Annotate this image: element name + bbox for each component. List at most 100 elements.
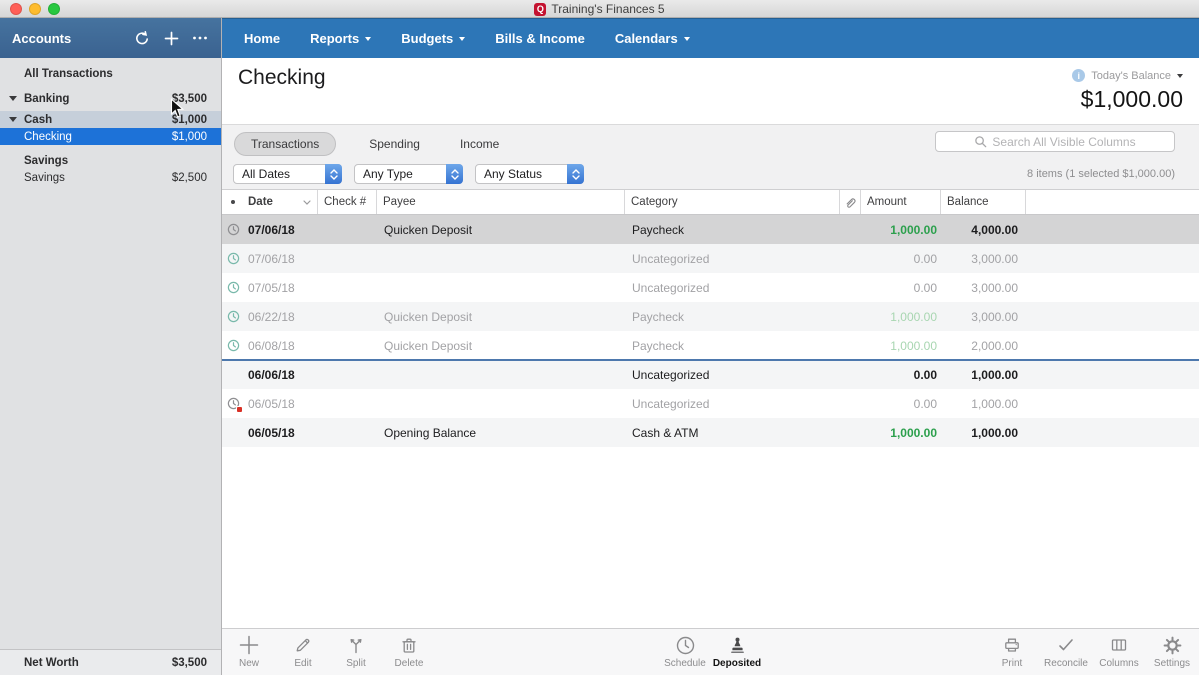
check-cell xyxy=(318,302,377,331)
attachment-column-header[interactable] xyxy=(840,190,861,214)
tab-transactions[interactable]: Transactions xyxy=(234,132,336,156)
attachment-cell xyxy=(840,215,861,244)
amount-cell: 1,000.00 xyxy=(861,215,941,244)
amount-cell: 0.00 xyxy=(861,244,941,273)
type-filter-select[interactable]: Any Type xyxy=(354,164,463,184)
category-column-header[interactable]: Category xyxy=(625,190,840,214)
sidebar-item-savings-account[interactable]: Savings $2,500 xyxy=(0,169,221,186)
check-icon xyxy=(1039,634,1093,656)
payee-cell xyxy=(377,360,625,389)
table-row[interactable]: 06/05/18 Opening Balance Cash & ATM 1,00… xyxy=(222,418,1199,447)
payee-cell: Quicken Deposit xyxy=(377,331,625,360)
date-cell: 06/08/18 xyxy=(244,331,318,360)
more-options-icon[interactable] xyxy=(191,29,209,47)
sidebar-item-banking[interactable]: Banking $3,500 xyxy=(0,90,221,107)
tab-spending[interactable]: Spending xyxy=(362,132,427,156)
check-cell xyxy=(318,389,377,418)
table-row[interactable]: 06/05/18 Uncategorized 0.00 1,000.00 xyxy=(222,389,1199,418)
disclosure-triangle-icon[interactable] xyxy=(9,117,17,122)
payee-cell xyxy=(377,273,625,302)
refresh-icon[interactable] xyxy=(133,29,151,47)
split-icon xyxy=(329,634,383,656)
sort-chevron-icon xyxy=(303,200,311,205)
table-row[interactable]: 06/06/18 Uncategorized 0.00 1,000.00 xyxy=(222,360,1199,389)
pencil-icon xyxy=(276,634,330,656)
page-title: Checking xyxy=(238,66,326,90)
payee-cell: Opening Balance xyxy=(377,418,625,447)
check-cell xyxy=(318,331,377,360)
net-worth-row: Net Worth $3,500 xyxy=(0,649,221,675)
balance-cell: 4,000.00 xyxy=(941,215,1026,244)
disclosure-triangle-icon[interactable] xyxy=(9,96,17,101)
search-input[interactable]: Search All Visible Columns xyxy=(935,131,1175,152)
payee-cell xyxy=(377,244,625,273)
attachment-cell xyxy=(840,331,861,360)
category-cell: Paycheck xyxy=(625,331,840,360)
print-button[interactable]: Print xyxy=(985,634,1039,669)
pending-clock-icon xyxy=(227,223,240,236)
date-column-header[interactable]: Date xyxy=(244,190,318,214)
chevron-down-icon xyxy=(684,37,690,41)
sidebar-item-savings-group[interactable]: Savings xyxy=(0,152,221,169)
category-cell: Uncategorized xyxy=(625,244,840,273)
balance-cell: 2,000.00 xyxy=(941,331,1026,360)
items-summary: 8 items (1 selected $1,000.00) xyxy=(1027,168,1175,180)
add-account-icon[interactable] xyxy=(162,29,180,47)
check-cell xyxy=(318,244,377,273)
sidebar-item-cash[interactable]: Cash $1,000 xyxy=(0,111,221,128)
main-nav: Home Reports Budgets Bills & Income Cale… xyxy=(222,18,1199,58)
schedule-button[interactable]: Schedule xyxy=(658,634,712,669)
nav-item-calendars[interactable]: Calendars xyxy=(615,31,690,46)
status-filter-select[interactable]: Any Status xyxy=(475,164,584,184)
balance-cell: 1,000.00 xyxy=(941,389,1026,418)
table-row[interactable]: 06/22/18 Quicken Deposit Paycheck 1,000.… xyxy=(222,302,1199,331)
alert-badge-icon xyxy=(236,406,243,413)
table-row[interactable]: 06/08/18 Quicken Deposit Paycheck 1,000.… xyxy=(222,331,1199,360)
date-filter-select[interactable]: All Dates xyxy=(233,164,342,184)
delete-button[interactable]: Delete xyxy=(382,634,436,669)
date-cell: 07/06/18 xyxy=(244,215,318,244)
chevron-down-icon[interactable] xyxy=(1177,74,1183,78)
sidebar-item-checking[interactable]: Checking $1,000 xyxy=(0,128,221,145)
deposited-button[interactable]: Deposited xyxy=(710,634,764,669)
pending-clock-icon xyxy=(227,339,240,352)
status-column-header[interactable] xyxy=(222,190,244,214)
category-cell: Cash & ATM xyxy=(625,418,840,447)
payee-column-header[interactable]: Payee xyxy=(377,190,625,214)
amount-cell: 0.00 xyxy=(861,360,941,389)
split-button[interactable]: Split xyxy=(329,634,383,669)
nav-item-budgets[interactable]: Budgets xyxy=(401,31,465,46)
table-row[interactable]: 07/05/18 Uncategorized 0.00 3,000.00 xyxy=(222,273,1199,302)
status-dot-icon xyxy=(231,200,235,204)
transaction-list: 07/06/18 Quicken Deposit Paycheck 1,000.… xyxy=(222,215,1199,447)
pending-clock-icon xyxy=(227,397,240,410)
new-button[interactable]: New xyxy=(222,634,276,669)
select-chevrons-icon xyxy=(567,164,584,184)
net-worth-label: Net Worth xyxy=(24,657,79,669)
nav-item-home[interactable]: Home xyxy=(244,31,280,46)
balance-cell: 3,000.00 xyxy=(941,302,1026,331)
check-column-header[interactable]: Check # xyxy=(318,190,377,214)
sidebar-item-all-transactions[interactable]: All Transactions xyxy=(0,65,221,82)
date-cell: 06/06/18 xyxy=(244,360,318,389)
settings-button[interactable]: Settings xyxy=(1145,634,1199,669)
amount-column-header[interactable]: Amount xyxy=(861,190,941,214)
amount-cell: 1,000.00 xyxy=(861,418,941,447)
table-row[interactable]: 07/06/18 Quicken Deposit Paycheck 1,000.… xyxy=(222,215,1199,244)
info-icon[interactable]: i xyxy=(1072,69,1085,82)
accounts-title: Accounts xyxy=(12,31,71,46)
nav-item-bills-income[interactable]: Bills & Income xyxy=(495,31,585,46)
reconcile-button[interactable]: Reconcile xyxy=(1039,634,1093,669)
balance-column-header[interactable]: Balance xyxy=(941,190,1026,214)
amount-cell: 1,000.00 xyxy=(861,302,941,331)
nav-item-reports[interactable]: Reports xyxy=(310,31,371,46)
columns-icon xyxy=(1092,634,1146,656)
chevron-down-icon xyxy=(459,37,465,41)
balance-label[interactable]: Today's Balance xyxy=(1091,70,1171,82)
payee-cell xyxy=(377,389,625,418)
columns-button[interactable]: Columns xyxy=(1092,634,1146,669)
table-row[interactable]: 07/06/18 Uncategorized 0.00 3,000.00 xyxy=(222,244,1199,273)
tab-income[interactable]: Income xyxy=(453,132,506,156)
edit-button[interactable]: Edit xyxy=(276,634,330,669)
accounts-header: Accounts xyxy=(0,18,221,58)
